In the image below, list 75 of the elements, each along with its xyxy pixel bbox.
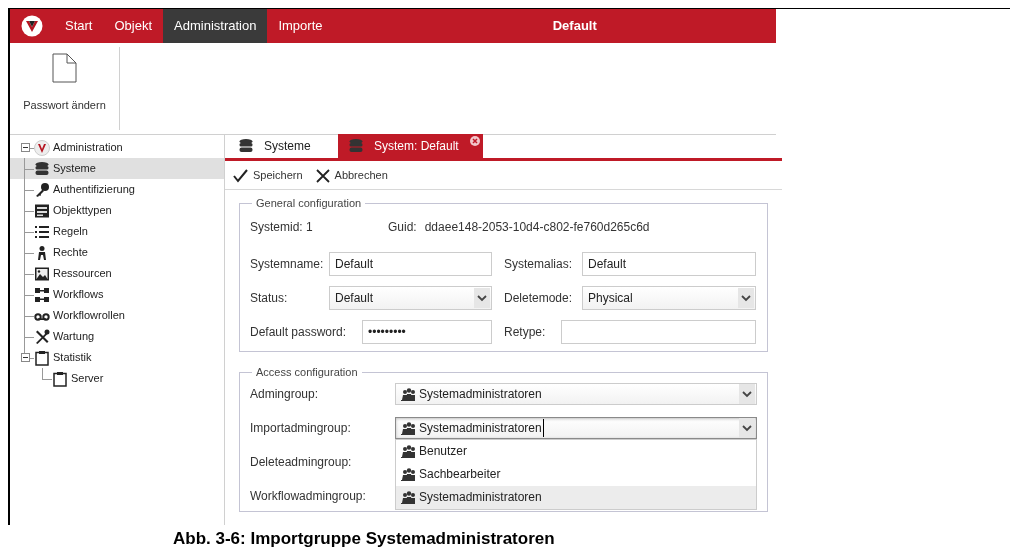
tree-item[interactable]: Administration: [10, 137, 224, 158]
document-icon: [52, 53, 77, 83]
close-icon[interactable]: [469, 136, 480, 146]
dropdown-option[interactable]: Systemadministratoren: [396, 485, 756, 509]
menu-tab[interactable]: Objekt: [103, 9, 164, 43]
database-icon: [34, 160, 50, 177]
database-icon: [348, 138, 364, 154]
field-label: Deleteadmingroup:: [250, 453, 353, 471]
password-field[interactable]: •••••••••: [362, 319, 492, 344]
field-label: Status:: [250, 289, 289, 307]
group-icon: [401, 420, 415, 435]
chevron-down-icon: [474, 287, 490, 308]
tree-item[interactable]: Rechte: [10, 242, 224, 263]
input-field[interactable]: Default: [329, 251, 492, 276]
group-icon: [401, 467, 415, 481]
field-label: Retype:: [504, 323, 547, 341]
dropdown-option[interactable]: Sachbearbeiter: [396, 462, 756, 486]
dropdown-option[interactable]: Benutzer: [396, 439, 756, 463]
menu-tab[interactable]: Administration: [163, 9, 268, 43]
database-icon: [238, 138, 254, 154]
panel-legend: Access configuration: [252, 364, 362, 381]
logo-icon: [34, 139, 50, 156]
field-label: Systemname:: [250, 255, 325, 273]
tree-item[interactable]: Statistik: [10, 347, 224, 368]
clipboard-icon: [52, 370, 68, 387]
field-label: Importadmingroup:: [250, 419, 352, 437]
workflow-icon: [34, 286, 50, 303]
form-icon: [34, 202, 50, 219]
tab[interactable]: System: Default: [338, 134, 483, 158]
select-field[interactable]: Systemadministratoren: [395, 416, 757, 439]
menu-tab[interactable]: Importe: [267, 9, 334, 43]
image-icon: [34, 265, 50, 282]
key-icon: [34, 181, 50, 198]
select-field[interactable]: Default: [329, 285, 492, 310]
field-label: Workflowadmingroup:: [250, 487, 367, 505]
input-field[interactable]: Default: [582, 251, 756, 276]
select-field[interactable]: Physical: [582, 285, 756, 310]
guid-label: Guid:: [388, 218, 417, 236]
logo-icon: [21, 15, 43, 37]
field-label: Deletemode:: [504, 289, 574, 307]
clipboard-icon: [34, 349, 50, 366]
field-label: Systemalias:: [504, 255, 574, 273]
tree-item[interactable]: Workflows: [10, 284, 224, 305]
ribbon-button[interactable]: Passwort ändern: [10, 47, 119, 130]
tree-item[interactable]: Systeme: [10, 158, 224, 179]
tab[interactable]: Systeme: [228, 134, 338, 158]
tree-item[interactable]: Workflowrollen: [10, 305, 224, 326]
select-field[interactable]: Systemadministratoren: [395, 382, 757, 405]
systemid-text: Systemid: 1: [250, 218, 314, 236]
panel-legend: General configuration: [252, 195, 366, 212]
group-icon: [401, 386, 415, 401]
group-icon: [401, 490, 415, 504]
field-label: Default password:: [250, 323, 348, 341]
tools-icon: [34, 328, 50, 345]
tree-item[interactable]: Objekttypen: [10, 200, 224, 221]
tree-item[interactable]: Ressourcen: [10, 263, 224, 284]
list-icon: [34, 223, 50, 240]
app-title: Default: [551, 17, 598, 36]
tree-item[interactable]: Server: [10, 368, 224, 389]
menu-tab[interactable]: Start: [54, 9, 104, 43]
chevron-down-icon: [739, 417, 755, 438]
figure-caption: Abb. 3-6: Importgruppe Systemadministratoren: [173, 529, 555, 549]
toolbar-button[interactable]: Abbrechen: [314, 166, 388, 184]
chevron-down-icon: [739, 383, 755, 404]
password-field[interactable]: [561, 319, 756, 344]
field-label: Admingroup:: [250, 385, 320, 403]
tree-item[interactable]: Regeln: [10, 221, 224, 242]
chevron-down-icon: [738, 287, 754, 308]
tree-item[interactable]: Authentifizierung: [10, 179, 224, 200]
tree-item[interactable]: Wartung: [10, 326, 224, 347]
guid-value: ddaee148-2053-10d4-c802-fe760d265c6d: [424, 218, 650, 236]
cross-icon: [314, 167, 330, 183]
toolbar-button[interactable]: Speichern: [233, 166, 303, 184]
group-icon: [401, 444, 415, 458]
check-icon: [233, 167, 248, 183]
